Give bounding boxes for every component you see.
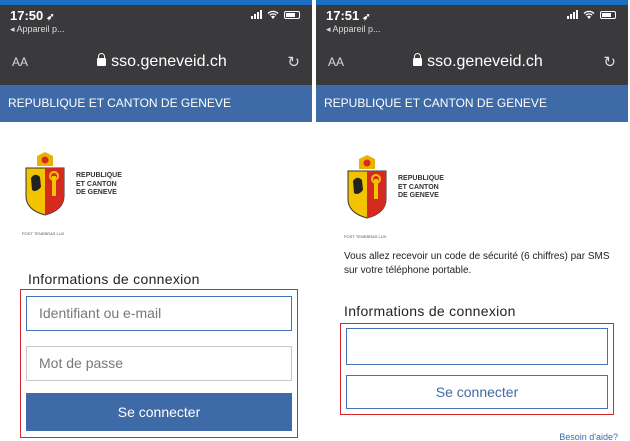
text-size-button[interactable]: AA xyxy=(324,55,364,69)
sms-info-text: Vous allez recevoir un code de sécurité … xyxy=(344,251,610,276)
url-display[interactable]: sso.geneveid.ch xyxy=(48,53,276,71)
geneva-logo: REPUBLIQUE ET CANTON DE GENEVE POST TENE… xyxy=(344,155,444,239)
section-title: Informations de connexion xyxy=(344,303,516,319)
sms-code-input[interactable] xyxy=(346,328,608,365)
text-size-button[interactable]: AA xyxy=(8,55,48,69)
section-title: Informations de connexion xyxy=(28,271,200,287)
login-button[interactable]: Se connecter xyxy=(346,375,608,409)
phone-screen-login: 17:50 ➶ ◂ Appareil p... AA sso.geneveid.c… xyxy=(0,0,312,441)
logo-line: ET CANTON xyxy=(398,183,439,191)
reload-icon[interactable]: ↻ xyxy=(276,53,304,71)
status-time: 17:50 ➶ xyxy=(10,8,55,23)
url-text: sso.geneveid.ch xyxy=(427,53,543,70)
password-input[interactable]: Mot de passe xyxy=(26,346,292,381)
browser-chrome: 17:51 ➶ ◂ Appareil p... AA sso.geneveid.c… xyxy=(316,5,628,85)
wifi-icon xyxy=(583,10,595,19)
battery-icon xyxy=(600,10,616,19)
url-text: sso.geneveid.ch xyxy=(111,53,227,70)
lock-icon xyxy=(413,53,423,66)
logo-motto: POST TENEBRAS LUX xyxy=(22,231,65,236)
signal-icon xyxy=(251,10,262,19)
lock-icon xyxy=(97,53,107,66)
help-link[interactable]: Besoin d'aide? xyxy=(559,432,618,441)
location-arrow-icon: ➶ xyxy=(46,12,55,23)
geneva-crest-icon xyxy=(347,155,387,219)
reload-icon[interactable]: ↻ xyxy=(592,53,620,71)
back-to-app-link[interactable]: ◂ Appareil p... xyxy=(10,24,65,35)
status-icons xyxy=(251,10,300,19)
username-input[interactable]: Identifiant ou e-mail xyxy=(26,296,292,331)
status-time-label: 17:50 xyxy=(10,8,44,23)
status-icons xyxy=(567,10,616,19)
location-arrow-icon: ➶ xyxy=(362,12,371,23)
back-to-app-link[interactable]: ◂ Appareil p... xyxy=(326,24,381,35)
wifi-icon xyxy=(267,10,279,19)
battery-icon xyxy=(284,10,300,19)
phone-screen-sms-code: 17:51 ➶ ◂ Appareil p... AA sso.geneveid.c… xyxy=(316,0,628,441)
login-button[interactable]: Se connecter xyxy=(26,393,292,431)
logo-motto: POST TENEBRAS LUX xyxy=(344,234,387,239)
logo-line: ET CANTON xyxy=(76,180,117,188)
geneva-logo: REPUBLIQUE ET CANTON DE GENEVE POST TENE… xyxy=(22,152,122,236)
address-bar[interactable]: AA sso.geneveid.ch ↻ xyxy=(8,48,304,76)
logo-line: REPUBLIQUE xyxy=(76,172,122,179)
url-display[interactable]: sso.geneveid.ch xyxy=(364,53,592,71)
browser-chrome: 17:50 ➶ ◂ Appareil p... AA sso.geneveid.c… xyxy=(0,5,312,85)
site-banner: REPUBLIQUE ET CANTON DE GENEVE xyxy=(0,85,312,122)
status-time: 17:51 ➶ xyxy=(326,8,371,23)
site-banner: REPUBLIQUE ET CANTON DE GENEVE xyxy=(316,85,628,122)
logo-line: DE GENEVE xyxy=(76,189,117,196)
logo-line: REPUBLIQUE xyxy=(398,175,444,182)
geneva-crest-icon xyxy=(25,152,65,216)
signal-icon xyxy=(567,10,578,19)
address-bar[interactable]: AA sso.geneveid.ch ↻ xyxy=(324,48,620,76)
logo-text: REPUBLIQUE ET CANTON DE GENEVE xyxy=(398,175,444,201)
login-form-highlight: Identifiant ou e-mail Mot de passe Se co… xyxy=(20,289,298,438)
status-time-label: 17:51 xyxy=(326,8,360,23)
code-form-highlight: Se connecter xyxy=(340,323,614,415)
logo-text: REPUBLIQUE ET CANTON DE GENEVE xyxy=(76,172,122,198)
logo-line: DE GENEVE xyxy=(398,192,439,199)
